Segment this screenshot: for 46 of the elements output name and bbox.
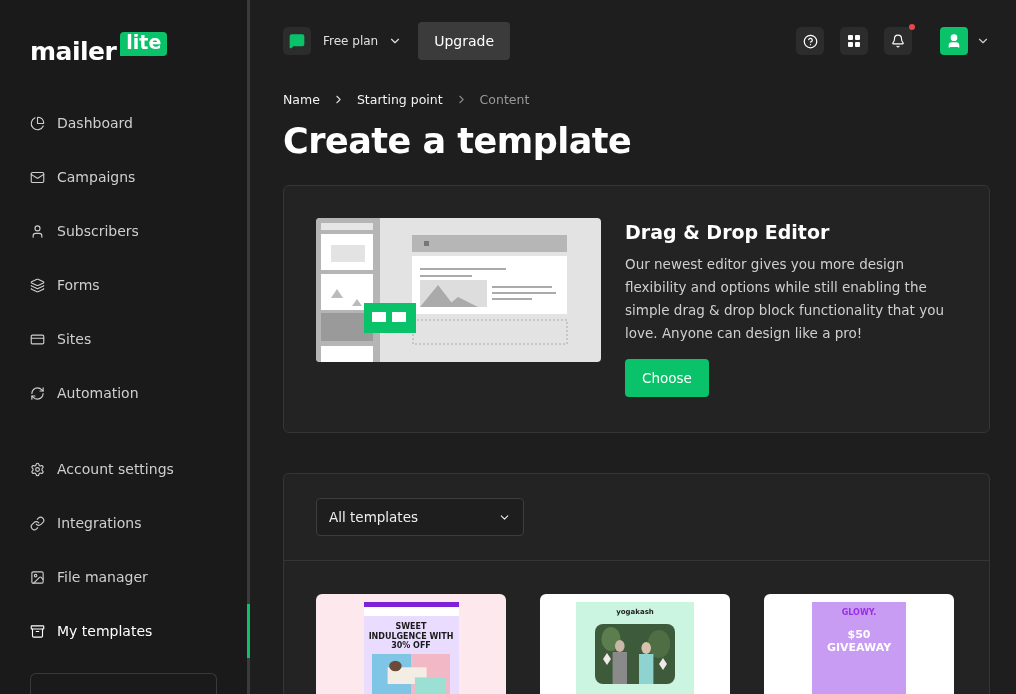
sidebar-item[interactable]: Subscribers: [0, 204, 247, 258]
image-icon: [30, 569, 45, 585]
settings-icon: [30, 461, 45, 477]
apps-button[interactable]: [840, 27, 868, 55]
sidebar-item[interactable]: Forms: [0, 258, 247, 312]
avatar[interactable]: [940, 27, 968, 55]
chat-button[interactable]: [283, 27, 311, 55]
archive-icon: [30, 623, 45, 639]
link-icon: [30, 515, 45, 531]
editor-heading: Drag & Drop Editor: [625, 221, 830, 243]
logo-word: mailer: [30, 39, 117, 64]
template-headline: SWEET INDULGENCE WITH 30% OFF: [367, 622, 455, 650]
page-title: Create a template: [283, 121, 633, 161]
sidebar-item[interactable]: Automation: [0, 366, 247, 420]
envelope-icon: [30, 169, 45, 185]
bell-icon: [891, 34, 905, 48]
notifications-button[interactable]: [884, 27, 912, 55]
template-filter[interactable]: All templates: [316, 498, 524, 536]
logo[interactable]: mailer lite: [0, 30, 247, 64]
template-brand: GLOWY.: [841, 608, 877, 618]
user-icon: [30, 223, 45, 239]
sidebar-item[interactable]: Sites: [0, 312, 247, 366]
sidebar-item[interactable]: Integrations: [0, 496, 247, 550]
template-headline: $50 GIVEAWAY: [825, 629, 893, 655]
breadcrumb-link[interactable]: Content: [479, 92, 530, 107]
grid-icon: [848, 35, 860, 47]
template-thumbnail[interactable]: SWEET INDULGENCE WITH 30% OFF: [316, 594, 506, 694]
help-button[interactable]: [796, 27, 824, 55]
sidebar-item[interactable]: Campaigns: [0, 150, 247, 204]
sidebar-item[interactable]: My templates: [0, 604, 247, 658]
plan-dropdown[interactable]: Free plan: [323, 34, 403, 48]
pie-chart-icon: [30, 115, 45, 131]
editor-description: Our newest editor gives you more design flexibility and options while still enabling the simple drag & drop block functionality that you love. Anyone can design like a pro!: [625, 255, 945, 343]
refresh-icon: [30, 385, 45, 401]
user-icon: [946, 33, 962, 49]
sidebar-item[interactable]: Dashboard: [0, 96, 247, 150]
breadcrumb-link[interactable]: Starting point: [356, 92, 443, 107]
chat-icon: [289, 33, 305, 49]
sidebar-item[interactable]: Account settings: [0, 442, 247, 496]
logo-badge: lite: [120, 32, 168, 56]
breadcrumb-link[interactable]: Name: [283, 92, 320, 107]
browser-icon: [30, 331, 45, 347]
sidebar-item[interactable]: File manager: [0, 550, 247, 604]
help-icon: [802, 33, 818, 49]
layers-icon: [30, 277, 45, 293]
upgrade-button[interactable]: Upgrade: [418, 22, 511, 60]
